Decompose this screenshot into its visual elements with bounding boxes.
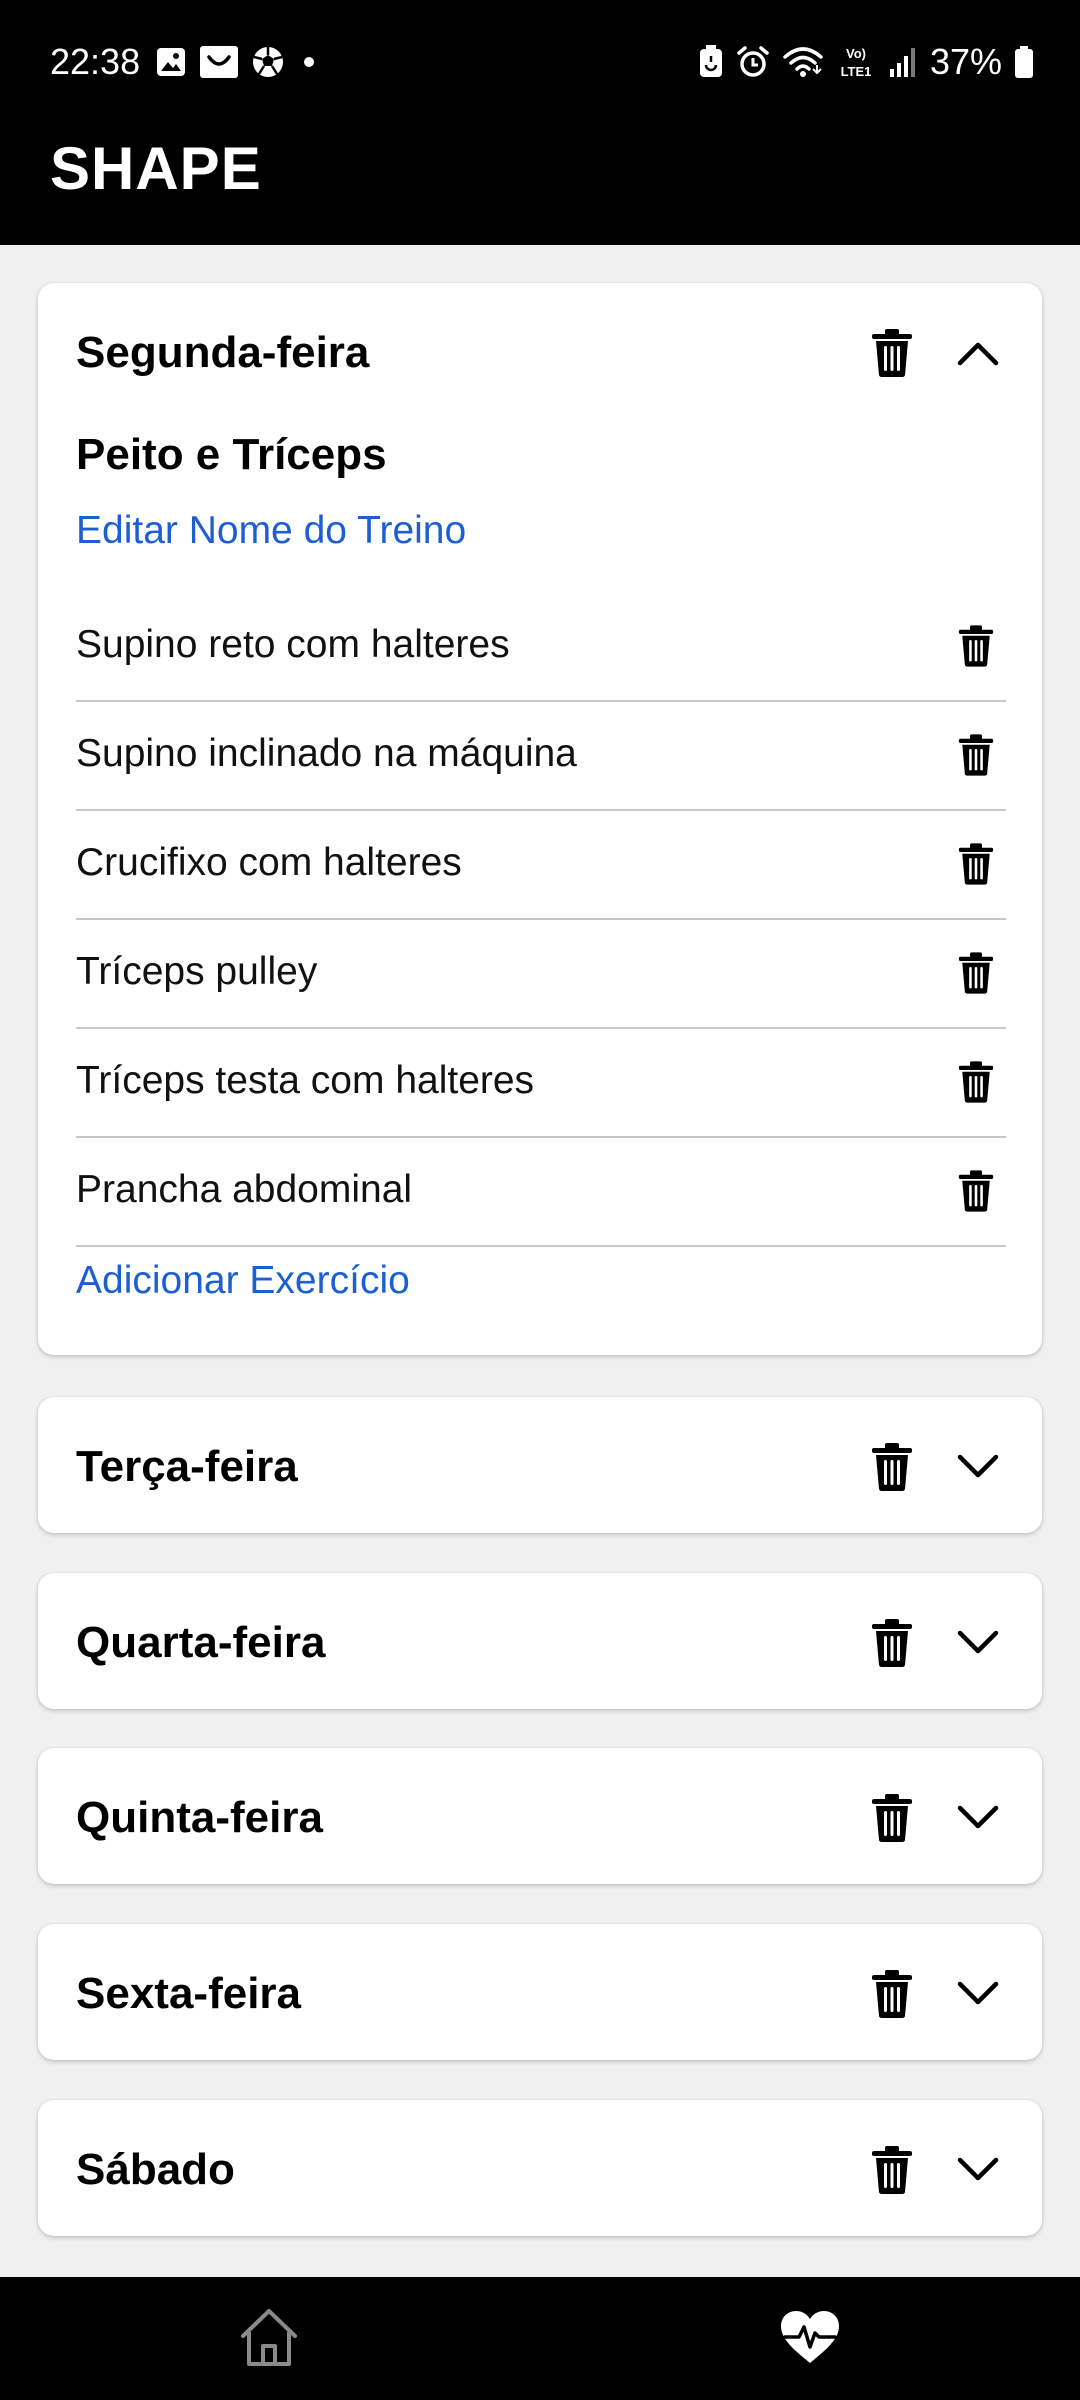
bottom-nav — [0, 2277, 1080, 2400]
trash-icon — [958, 625, 994, 667]
day-card-header[interactable]: Terça-feira — [38, 1397, 1042, 1537]
collapse-button[interactable] — [950, 325, 1006, 381]
day-card-header[interactable]: Sábado — [38, 2100, 1042, 2240]
delete-day-button[interactable] — [864, 1966, 920, 2022]
exercise-name: Supino inclinado na máquina — [76, 732, 577, 775]
exercise-row[interactable]: Prancha abdominal — [76, 1138, 1006, 1247]
gallery-icon — [155, 46, 187, 78]
delete-exercise-button[interactable] — [952, 621, 1000, 671]
exercise-row[interactable]: Tríceps pulley — [76, 920, 1006, 1029]
day-title: Terça-feira — [76, 1442, 298, 1491]
delete-day-button[interactable] — [864, 325, 920, 381]
delete-exercise-button[interactable] — [952, 730, 1000, 780]
heart-pulse-icon — [781, 2311, 839, 2363]
expand-button[interactable] — [950, 1615, 1006, 1671]
chevron-down-icon — [957, 1805, 999, 1829]
day-card-terca: Terça-feira — [38, 1397, 1042, 1533]
day-title: Segunda-feira — [76, 328, 370, 377]
add-exercise-link[interactable]: Adicionar Exercício — [76, 1253, 410, 1309]
day-card-header[interactable]: Sexta-feira — [38, 1924, 1042, 2064]
exercise-name: Prancha abdominal — [76, 1168, 413, 1211]
edit-workout-name-link[interactable]: Editar Nome do Treino — [76, 503, 466, 559]
trash-icon — [872, 1970, 912, 2018]
exercise-row[interactable]: Tríceps testa com halteres — [76, 1029, 1006, 1138]
exercise-name: Supino reto com halteres — [76, 623, 510, 666]
workout-name: Peito e Tríceps — [76, 430, 387, 479]
delete-day-button[interactable] — [864, 1615, 920, 1671]
exercise-row[interactable]: Supino reto com halteres — [76, 593, 1006, 702]
notification-icons — [155, 44, 321, 80]
network-label: LTE1 — [841, 64, 872, 79]
day-title: Quinta-feira — [76, 1793, 323, 1842]
chevron-down-icon — [957, 1454, 999, 1478]
status-bar: 22:38 Vo) LTE1 37% — [0, 0, 1080, 125]
store-icon — [199, 45, 239, 79]
day-card-quarta: Quarta-feira — [38, 1573, 1042, 1709]
delete-day-button[interactable] — [864, 1439, 920, 1495]
delete-exercise-button[interactable] — [952, 839, 1000, 889]
nav-workouts-button[interactable] — [770, 2297, 850, 2377]
day-card-sexta: Sexta-feira — [38, 1924, 1042, 2060]
trash-icon — [958, 952, 994, 994]
delete-exercise-button[interactable] — [952, 1057, 1000, 1107]
day-title: Sexta-feira — [76, 1969, 302, 2018]
chevron-up-icon — [957, 342, 999, 366]
day-card-header[interactable]: Quarta-feira — [38, 1573, 1042, 1713]
day-card-segunda: Segunda-feira Peito e Tríceps Editar Nom… — [38, 283, 1042, 1355]
expand-button[interactable] — [950, 1790, 1006, 1846]
status-time: 22:38 — [50, 41, 141, 82]
exercise-list: Supino reto com halteres Supino inclinad… — [76, 593, 1006, 1247]
volte-icon: Vo) LTE1 — [836, 44, 876, 80]
trash-icon — [872, 1619, 912, 1667]
delete-day-button[interactable] — [864, 1790, 920, 1846]
app-header: 22:38 Vo) LTE1 37% SHAPE — [0, 0, 1080, 245]
expand-button[interactable] — [950, 2142, 1006, 2198]
trash-icon — [872, 1443, 912, 1491]
battery-percent: 37% — [929, 41, 1002, 82]
workout-week-list[interactable]: Segunda-feira Peito e Tríceps Editar Nom… — [0, 245, 1080, 2277]
exercise-row[interactable]: Supino inclinado na máquina — [76, 702, 1006, 811]
alarm-icon — [736, 45, 770, 79]
soccer-icon — [251, 45, 285, 79]
dot-icon — [297, 45, 321, 79]
app-title: SHAPE — [50, 135, 262, 202]
day-card-header[interactable]: Segunda-feira — [38, 283, 1042, 423]
signal-icon — [888, 45, 918, 79]
battery-saver-icon — [698, 45, 724, 79]
delete-exercise-button[interactable] — [952, 948, 1000, 998]
day-card-header[interactable]: Quinta-feira — [38, 1748, 1042, 1888]
chevron-down-icon — [957, 1630, 999, 1654]
exercise-row[interactable]: Crucifixo com halteres — [76, 811, 1006, 920]
exercise-name: Tríceps pulley — [76, 950, 318, 993]
day-card-sabado: Sábado — [38, 2100, 1042, 2236]
svg-text:Vo): Vo) — [846, 46, 866, 61]
delete-exercise-button[interactable] — [952, 1166, 1000, 1216]
system-icons: Vo) LTE1 37% — [698, 38, 1034, 86]
chevron-down-icon — [957, 2157, 999, 2181]
wifi-icon — [782, 45, 824, 79]
trash-icon — [958, 1061, 994, 1103]
delete-day-button[interactable] — [864, 2142, 920, 2198]
home-icon — [241, 2309, 297, 2366]
trash-icon — [958, 1170, 994, 1212]
trash-icon — [872, 1794, 912, 1842]
trash-icon — [872, 329, 912, 377]
battery-icon — [1014, 45, 1034, 79]
trash-icon — [872, 2146, 912, 2194]
exercise-name: Tríceps testa com halteres — [76, 1059, 535, 1102]
trash-icon — [958, 734, 994, 776]
day-title: Sábado — [76, 2145, 235, 2194]
exercise-name: Crucifixo com halteres — [76, 841, 462, 884]
day-card-quinta: Quinta-feira — [38, 1748, 1042, 1884]
day-title: Quarta-feira — [76, 1618, 326, 1667]
expand-button[interactable] — [950, 1439, 1006, 1495]
trash-icon — [958, 843, 994, 885]
expand-button[interactable] — [950, 1966, 1006, 2022]
nav-home-button[interactable] — [229, 2297, 309, 2377]
chevron-down-icon — [957, 1981, 999, 2005]
